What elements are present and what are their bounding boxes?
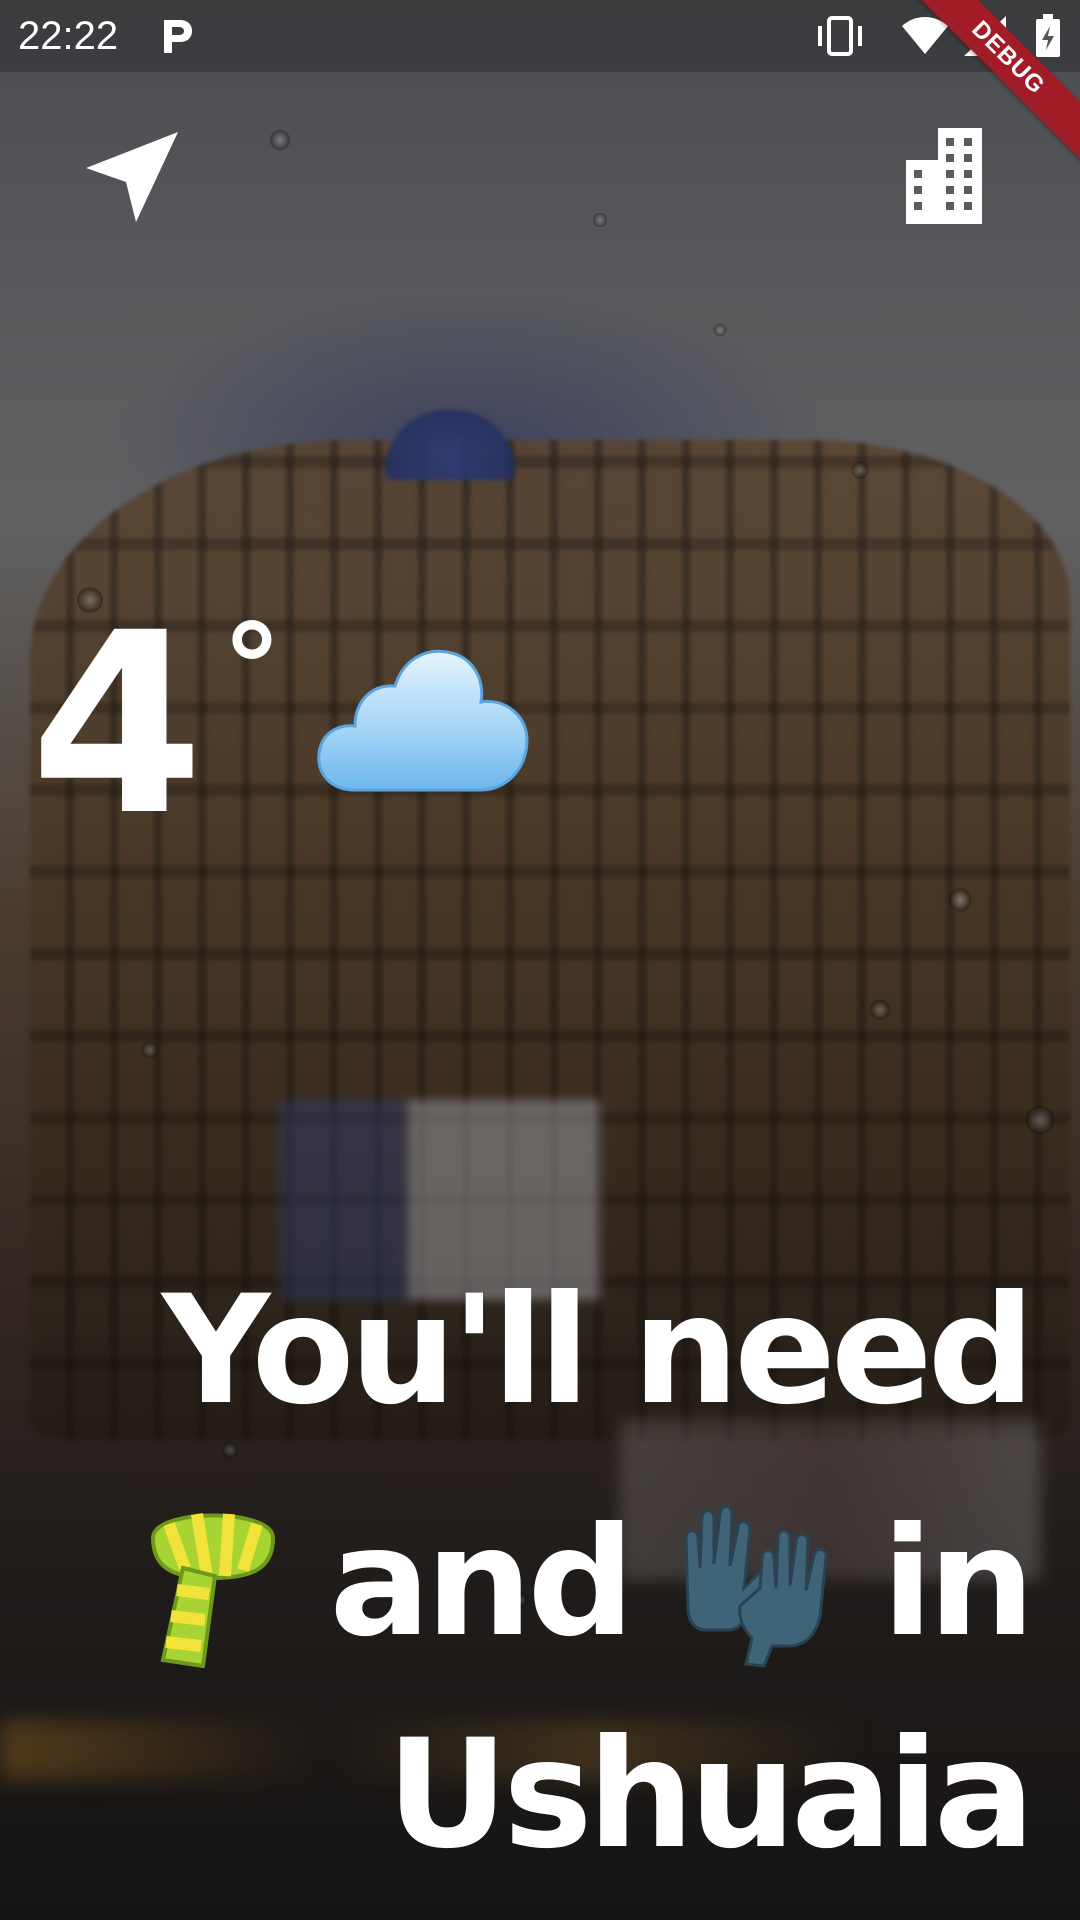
cloud-icon xyxy=(317,649,529,792)
battery-charging-icon xyxy=(1036,14,1060,57)
message-word-and: and xyxy=(329,1495,634,1670)
degree-symbol: ° xyxy=(221,600,282,739)
message-line-2: and in xyxy=(30,1462,1035,1684)
parking-p-icon xyxy=(164,20,192,53)
gloves-emoji xyxy=(684,1505,828,1668)
message-word-in: in xyxy=(881,1495,1035,1670)
temperature-value: 4 xyxy=(30,579,204,870)
navigation-arrow-icon[interactable] xyxy=(80,120,190,230)
scarf-emoji xyxy=(151,1513,276,1668)
status-time: 22:22 xyxy=(18,14,119,58)
status-bar: 22:22 xyxy=(0,0,1080,72)
temperature: 4 ° xyxy=(30,600,282,850)
message-line-1: You'll need xyxy=(161,1264,1035,1438)
city-building-icon[interactable] xyxy=(890,120,1000,230)
vibrate-icon xyxy=(818,16,862,56)
message-line-3: Ushuaia xyxy=(386,1708,1035,1882)
clothing-message: You'll need and in Ushuaia xyxy=(30,1240,1035,1906)
